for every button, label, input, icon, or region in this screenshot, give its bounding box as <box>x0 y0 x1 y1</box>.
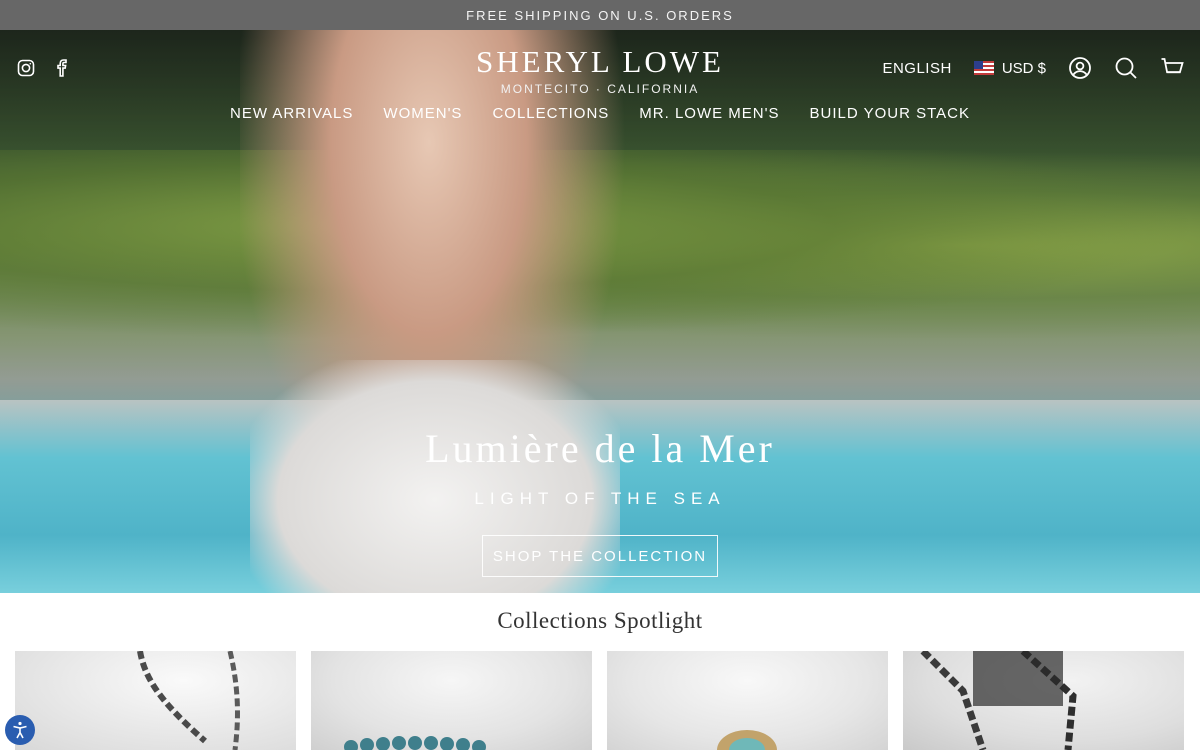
shop-collection-button[interactable]: SHOP THE COLLECTION <box>482 535 718 577</box>
nav-item-new-arrivals[interactable]: NEW ARRIVALS <box>230 105 353 122</box>
currency-selector[interactable]: USD $ <box>973 59 1046 77</box>
search-icon[interactable] <box>1114 56 1138 80</box>
nav-item-womens[interactable]: WOMEN'S <box>383 105 462 122</box>
spotlight-heading: Collections Spotlight <box>497 608 703 633</box>
announcement-text: FREE SHIPPING ON U.S. ORDERS <box>466 7 734 23</box>
spotlight-card-chain-bag[interactable] <box>903 651 1184 750</box>
nav-item-collections[interactable]: COLLECTIONS <box>492 105 609 122</box>
social-links <box>16 58 72 78</box>
nav-item-mr-lowe-mens[interactable]: MR. LOWE MEN'S <box>639 105 779 122</box>
spotlight-card-beaded-bracelet[interactable] <box>311 651 592 750</box>
spotlight-card-chain-necklace[interactable] <box>15 651 296 750</box>
us-flag-icon <box>973 61 994 75</box>
logo-name[interactable]: SHERYL LOWE <box>476 44 724 80</box>
main-nav: NEW ARRIVALS WOMEN'S COLLECTIONS MR. LOW… <box>0 105 1200 122</box>
hero-title: Lumière de la Mer <box>425 426 775 471</box>
cart-icon[interactable] <box>1160 56 1184 80</box>
chain-bag-image <box>920 651 1077 750</box>
spotlight-card-gemstone-ring[interactable] <box>607 651 888 750</box>
beaded-bracelet-image <box>344 736 486 750</box>
spotlight-cards <box>15 651 1184 750</box>
accessibility-icon[interactable] <box>5 715 35 745</box>
nav-item-build-your-stack[interactable]: BUILD YOUR STACK <box>810 105 970 122</box>
hero-subtitle: LIGHT OF THE SEA <box>474 489 726 508</box>
announcement-bar: FREE SHIPPING ON U.S. ORDERS <box>0 0 1200 30</box>
header-utilities: ENGLISH USD $ <box>882 56 1184 80</box>
language-selector[interactable]: ENGLISH <box>882 60 951 77</box>
currency-label: USD $ <box>1001 59 1046 77</box>
facebook-icon[interactable] <box>52 58 72 78</box>
instagram-icon[interactable] <box>16 58 36 78</box>
chain-necklace-image <box>137 651 240 750</box>
gemstone-ring-image <box>717 730 777 750</box>
account-icon[interactable] <box>1068 56 1092 80</box>
